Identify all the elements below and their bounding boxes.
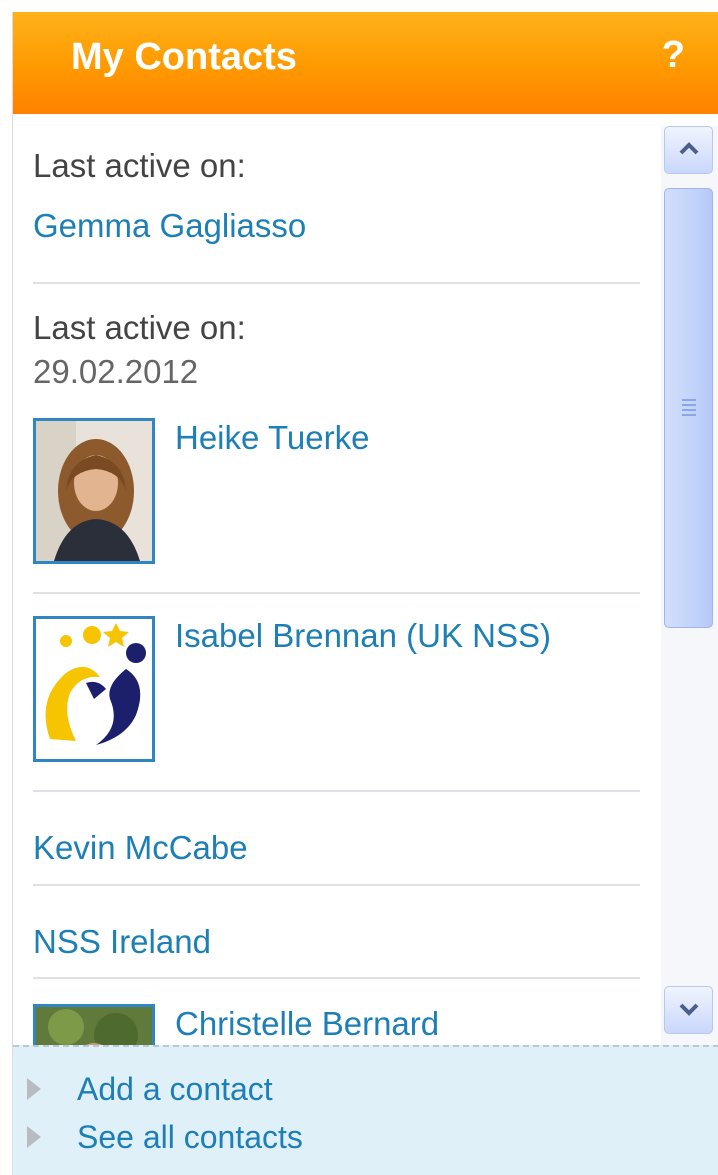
contact-name-link[interactable]: Christelle Bernard	[175, 1004, 439, 1044]
arrow-right-icon	[27, 1126, 41, 1148]
chevron-down-icon	[679, 1003, 699, 1016]
contact-name-link[interactable]: Kevin McCabe	[33, 828, 641, 868]
contact-list: Last active on: Gemma Gagliasso Last act…	[13, 114, 661, 1052]
see-all-contacts-label: See all contacts	[77, 1118, 303, 1155]
contact-item-nss-ireland: NSS Ireland	[33, 922, 641, 962]
widget-header: My Contacts ?	[13, 12, 718, 114]
contact-name-link[interactable]: Isabel Brennan (UK NSS)	[175, 616, 595, 656]
last-active-label: Last active on:	[33, 147, 246, 184]
last-active-date: 29.02.2012	[33, 353, 199, 390]
contact-avatar-photo[interactable]	[33, 418, 155, 564]
contact-item-gemma: Last active on: Gemma Gagliasso	[33, 146, 641, 246]
divider	[33, 884, 640, 886]
last-active-label: Last active on:	[33, 309, 246, 346]
contact-name-link[interactable]: NSS Ireland	[33, 922, 641, 962]
divider	[33, 977, 640, 979]
chevron-up-icon	[679, 142, 699, 155]
divider	[33, 282, 640, 284]
widget-footer: Add a contact See all contacts	[13, 1045, 718, 1175]
widget-title: My Contacts	[71, 36, 297, 78]
scroll-thumb[interactable]	[664, 188, 713, 628]
scroll-down-button[interactable]	[664, 986, 713, 1034]
add-contact-label: Add a contact	[77, 1070, 273, 1107]
divider	[33, 790, 640, 792]
divider	[33, 592, 640, 594]
contact-item-kevin: Kevin McCabe	[33, 828, 641, 868]
grip-icon	[682, 399, 696, 419]
contact-item-heike: Last active on: 29.02.2012 Heike Tuerke	[33, 308, 641, 564]
arrow-right-icon	[27, 1078, 41, 1100]
contact-name-link[interactable]: Heike Tuerke	[175, 418, 369, 458]
contacts-widget: My Contacts ? Last active on: Gemma Gagl…	[12, 12, 718, 1175]
contact-name-link[interactable]: Gemma Gagliasso	[33, 206, 641, 246]
see-all-contacts-link[interactable]: See all contacts	[27, 1117, 303, 1157]
help-button[interactable]: ?	[662, 34, 685, 77]
add-contact-link[interactable]: Add a contact	[27, 1069, 273, 1109]
scroll-up-button[interactable]	[664, 126, 713, 174]
contact-avatar-logo[interactable]	[33, 616, 155, 762]
vertical-scrollbar[interactable]	[661, 126, 718, 1052]
person-photo-icon	[36, 421, 152, 561]
nss-logo-icon	[36, 619, 152, 759]
